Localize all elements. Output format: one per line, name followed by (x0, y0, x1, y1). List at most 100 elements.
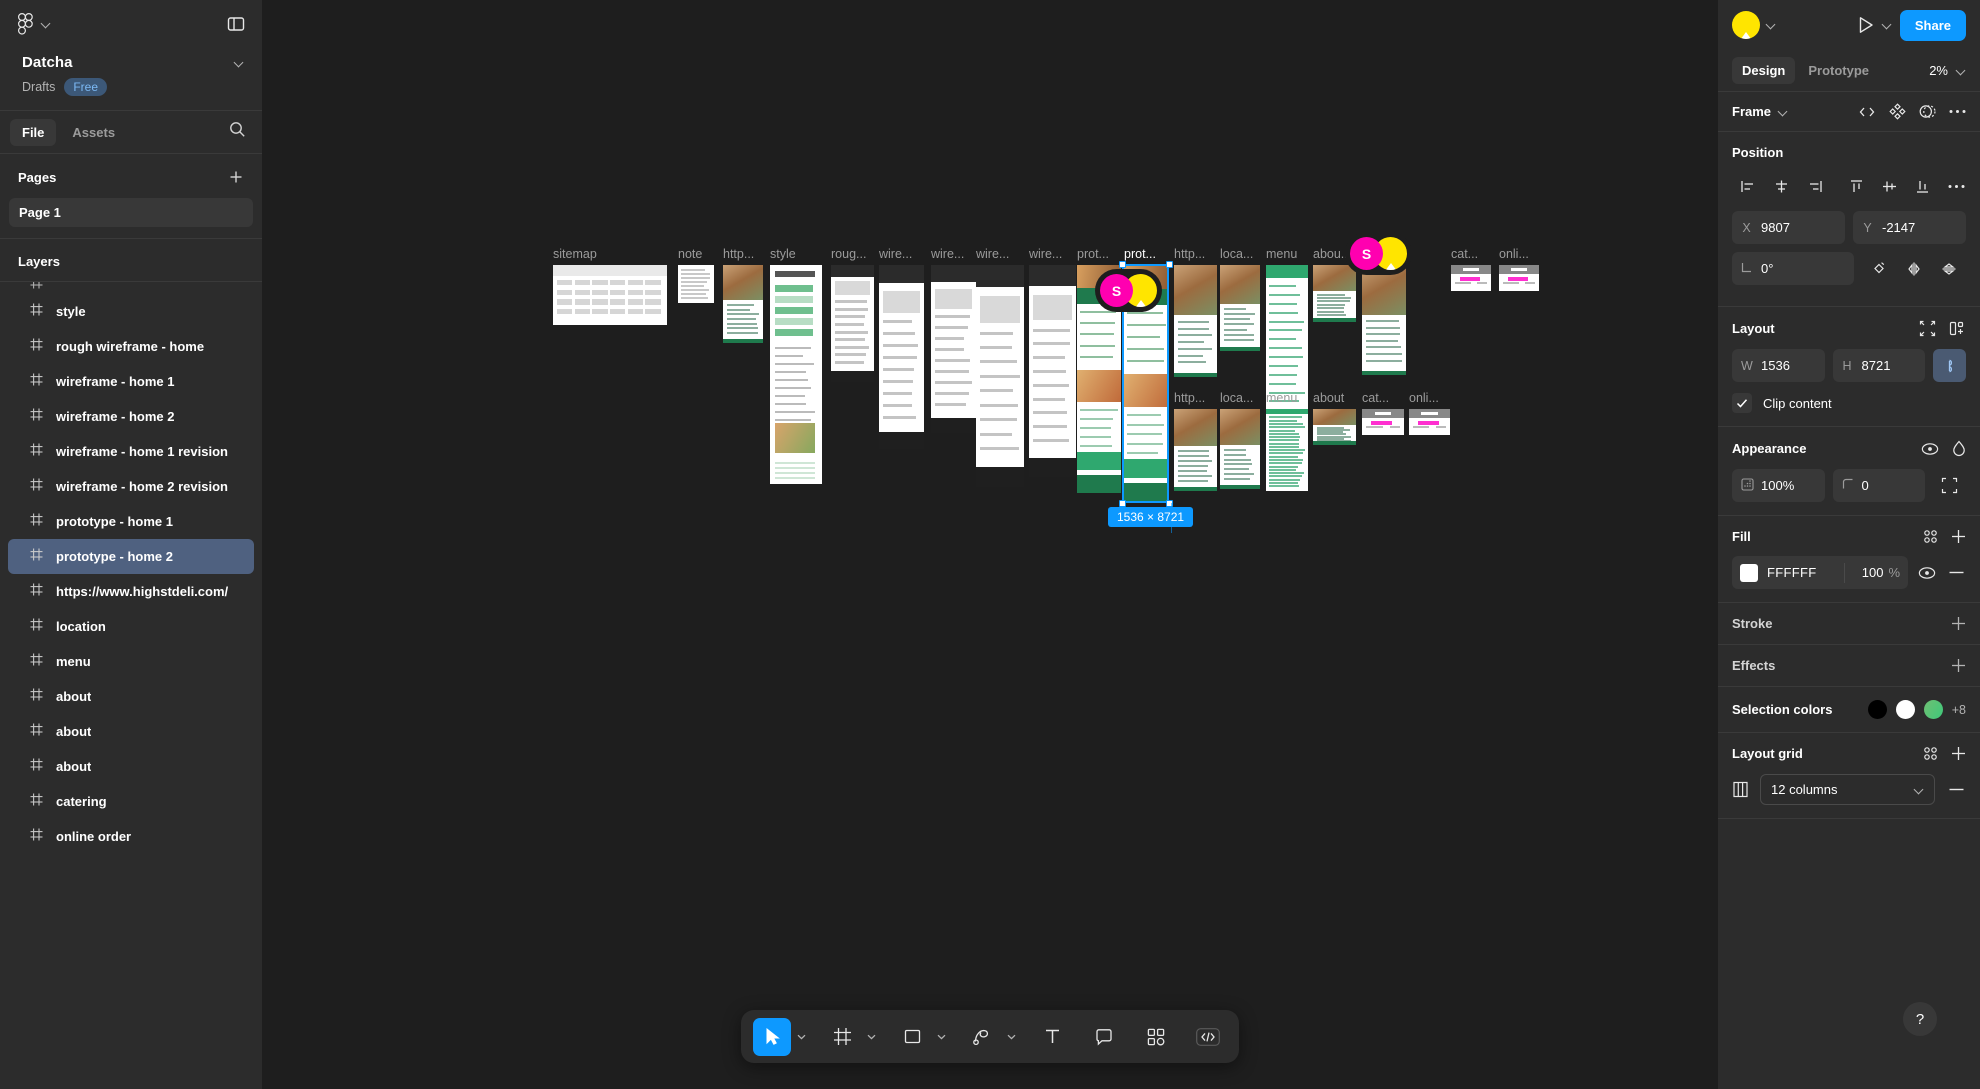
align-right-button[interactable] (1798, 172, 1831, 201)
actions-tool-button[interactable] (1137, 1018, 1175, 1056)
frame-thumbnail[interactable] (553, 265, 667, 325)
canvas-frame[interactable]: about (1313, 409, 1356, 445)
add-effect-icon[interactable] (1951, 658, 1966, 673)
fill-hex-value[interactable]: FFFFFF (1767, 565, 1816, 580)
design-canvas[interactable]: sitemap note http... style roug... wire... wir… (263, 0, 1717, 1089)
fill-color-swatch[interactable] (1740, 564, 1758, 582)
grid-styles-icon[interactable] (1923, 746, 1938, 761)
resize-handle-ne[interactable] (1166, 261, 1173, 268)
dev-mode-button[interactable] (1189, 1018, 1227, 1056)
page-item-page-1[interactable]: Page 1 (9, 198, 253, 227)
frame-thumbnail[interactable] (678, 265, 714, 303)
add-stroke-icon[interactable] (1951, 616, 1966, 631)
selection-swatch-green[interactable] (1924, 700, 1943, 719)
avatar-collaborator-s[interactable]: S (1100, 274, 1133, 307)
canvas-frame[interactable]: sitemap (553, 265, 667, 325)
layer-row[interactable]: about (8, 749, 254, 784)
text-tool-button[interactable] (1033, 1018, 1071, 1056)
layer-row[interactable]: location (8, 609, 254, 644)
add-fill-icon[interactable] (1951, 529, 1966, 544)
avatar-chevron-down-icon[interactable] (1766, 20, 1776, 30)
zoom-chevron-down-icon[interactable] (1956, 66, 1966, 76)
layer-row[interactable]: wireframe - home 1 revision (8, 434, 254, 469)
canvas-frame[interactable]: wire... (879, 265, 924, 449)
align-vertical-center-button[interactable] (1873, 172, 1906, 201)
code-icon[interactable] (1858, 105, 1876, 119)
frame-thumbnail[interactable] (1313, 265, 1356, 322)
clip-content-row[interactable]: Clip content (1732, 393, 1966, 413)
columns-grid-icon[interactable] (1732, 781, 1749, 798)
remove-layout-grid-icon[interactable] (1946, 780, 1966, 800)
selection-swatch-black[interactable] (1868, 700, 1887, 719)
flip-vertical-button[interactable] (1932, 252, 1965, 285)
frame-thumbnail[interactable] (770, 265, 822, 484)
canvas-frame[interactable]: onli... (1409, 409, 1450, 435)
selection-colors-more[interactable]: +8 (1952, 703, 1966, 717)
move-tool-button[interactable] (753, 1018, 791, 1056)
figma-menu-button[interactable] (18, 13, 51, 35)
avatar[interactable] (1732, 11, 1760, 39)
user-avatar-menu[interactable] (1732, 11, 1776, 39)
frame-thumbnail[interactable] (1313, 409, 1356, 445)
canvas-frame[interactable]: cat... (1451, 265, 1491, 291)
canvas-frame[interactable]: abou... (1313, 265, 1356, 322)
canvas-frame[interactable]: loca... (1220, 265, 1260, 351)
frame-thumbnail[interactable] (1174, 265, 1217, 377)
frame-thumbnail[interactable] (1029, 265, 1076, 477)
canvas-frame[interactable]: wire... (1029, 265, 1076, 477)
layer-row[interactable]: wireframe - home 2 revision (8, 469, 254, 504)
object-type-chevron-icon[interactable] (1778, 107, 1788, 117)
frame-tool-button[interactable] (823, 1018, 861, 1056)
pen-tool-button[interactable] (963, 1018, 1001, 1056)
fill-opacity-input[interactable]: 100 % (1854, 565, 1900, 580)
align-left-button[interactable] (1732, 172, 1765, 201)
layer-row[interactable]: wireframe - home 1 (8, 364, 254, 399)
visibility-eye-icon[interactable] (1921, 442, 1939, 456)
add-auto-layout-icon[interactable] (1949, 320, 1966, 337)
layer-row[interactable]: wireframe - home 2 (8, 399, 254, 434)
layer-row[interactable]: about (8, 679, 254, 714)
resize-handle-sw[interactable] (1119, 500, 1126, 507)
flip-rotate-button[interactable] (1862, 252, 1895, 285)
file-menu-chevron-icon[interactable] (234, 58, 244, 68)
create-component-icon[interactable] (1889, 103, 1906, 120)
frame-thumbnail[interactable] (976, 265, 1024, 487)
independent-corners-button[interactable] (1933, 469, 1966, 502)
frame-tool-caret-icon[interactable] (863, 1018, 879, 1056)
resize-handle-nw[interactable] (1119, 261, 1126, 268)
avatar-collaborator-s-2[interactable]: S (1350, 237, 1383, 270)
collaborator-avatars-canvas[interactable]: S (1095, 269, 1162, 312)
position-x-input[interactable]: X 9807 (1732, 211, 1845, 244)
layer-row[interactable]: style (8, 294, 254, 329)
canvas-frame[interactable]: onli... (1499, 265, 1539, 291)
align-more-options-icon[interactable] (1947, 172, 1966, 201)
layers-list[interactable]: style rough wireframe - home wireframe - h… (0, 281, 262, 1089)
frame-thumbnail[interactable] (1220, 265, 1260, 351)
layer-row[interactable]: catering (8, 784, 254, 819)
layer-row[interactable]: online order (8, 819, 254, 854)
layout-grid-type-select[interactable]: 12 columns (1760, 774, 1935, 805)
clip-content-checkbox[interactable] (1732, 393, 1752, 413)
frame-thumbnail[interactable] (723, 265, 763, 343)
tab-assets[interactable]: Assets (60, 119, 127, 146)
pen-tool-caret-icon[interactable] (1003, 1018, 1019, 1056)
height-input[interactable]: H 8721 (1833, 349, 1926, 382)
zoom-control[interactable]: 2% (1929, 63, 1966, 78)
comment-tool-button[interactable] (1085, 1018, 1123, 1056)
frame-thumbnail[interactable] (1362, 409, 1404, 435)
frame-thumbnail[interactable] (1266, 409, 1308, 491)
canvas-frame[interactable]: http... (723, 265, 763, 343)
position-y-input[interactable]: Y -2147 (1853, 211, 1966, 244)
move-tool-caret-icon[interactable] (793, 1018, 809, 1056)
mask-icon[interactable] (1919, 103, 1936, 120)
toggle-sidebar-button[interactable] (226, 14, 246, 34)
layer-row[interactable]: prototype - home 1 (8, 504, 254, 539)
tab-file[interactable]: File (10, 119, 56, 146)
corner-radius-input[interactable]: 0 (1833, 469, 1926, 502)
more-options-icon[interactable] (1949, 109, 1966, 114)
help-button[interactable]: ? (1903, 1002, 1937, 1036)
share-button[interactable]: Share (1900, 10, 1966, 41)
canvas-frame[interactable]: cat... (1362, 409, 1404, 435)
layer-row-partial[interactable] (8, 281, 254, 294)
canvas-frame[interactable]: wire... (931, 265, 976, 433)
